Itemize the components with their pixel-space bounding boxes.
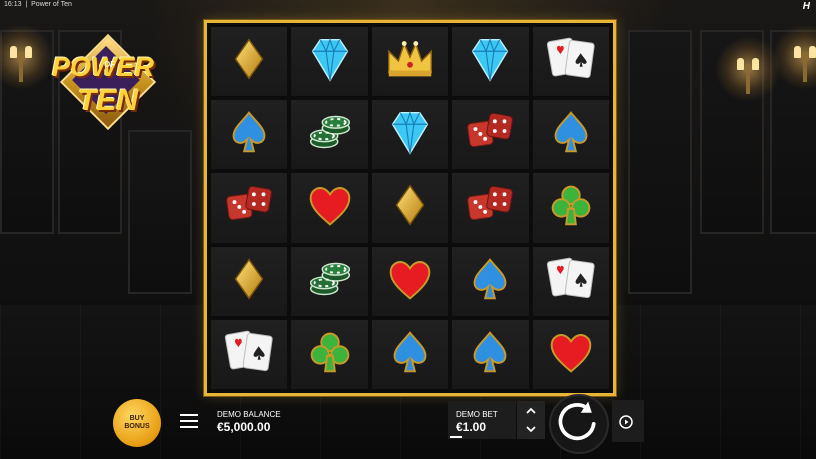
club-suit-icon <box>301 323 359 386</box>
wall-sconce-icon <box>715 36 781 102</box>
status-bar: 16:13 | Power of Ten <box>4 1 72 8</box>
reel-cell <box>291 246 368 316</box>
autoplay-button[interactable] <box>612 400 644 442</box>
buy-bonus-label: BUY BONUS <box>124 415 150 430</box>
club-suit-icon <box>542 176 600 239</box>
spade-suit-icon <box>381 323 439 386</box>
reel-cell <box>371 27 449 97</box>
chevron-down-icon[interactable] <box>525 423 537 435</box>
wall-panel <box>128 130 192 294</box>
playing-cards-icon <box>542 30 600 93</box>
reel-board <box>204 20 616 396</box>
reel-cell <box>371 246 449 316</box>
status-time: 16:13 <box>4 1 22 8</box>
reel-cell <box>452 319 529 389</box>
reel-cell <box>211 173 288 243</box>
reel-cell <box>291 173 368 243</box>
bet-label: DEMO BET <box>456 410 498 419</box>
reel-cell <box>371 173 449 243</box>
balance-value: €5,000.00 <box>217 420 271 434</box>
spade-suit-icon <box>220 103 278 166</box>
spin-arrow-icon <box>558 401 596 441</box>
blue-gem-icon <box>301 30 359 93</box>
reel-cell <box>211 100 288 170</box>
wall-panel <box>628 30 692 294</box>
menu-button[interactable] <box>180 414 198 428</box>
blue-gem-icon <box>461 30 519 93</box>
spin-button[interactable] <box>549 394 609 454</box>
diamond-suit-icon <box>220 250 278 313</box>
playing-cards-icon <box>220 323 278 386</box>
reel-cell <box>532 173 609 243</box>
logo-word-ten: TEN <box>78 84 138 117</box>
reel-cell <box>532 100 609 170</box>
reel-cell <box>291 27 368 97</box>
poker-chips-icon <box>301 103 359 166</box>
logo-word-of: OF <box>104 60 116 69</box>
crown-icon <box>381 30 439 93</box>
chevron-up-icon[interactable] <box>525 405 537 417</box>
playing-cards-icon <box>542 250 600 313</box>
heart-suit-icon <box>301 176 359 239</box>
heart-suit-icon <box>542 323 600 386</box>
spade-suit-icon <box>461 250 519 313</box>
autoplay-icon <box>619 415 633 429</box>
reel-cell <box>211 27 288 97</box>
wall-sconce-icon <box>772 24 816 90</box>
status-title: Power of Ten <box>31 1 72 8</box>
reel-cell <box>452 246 529 316</box>
spade-suit-icon <box>542 103 600 166</box>
reel-cell <box>532 27 609 97</box>
dice-icon <box>220 176 278 239</box>
reel-grid <box>211 27 609 389</box>
spade-suit-icon <box>461 323 519 386</box>
poker-chips-icon <box>301 250 359 313</box>
diamond-suit-icon <box>220 30 278 93</box>
dice-icon <box>461 176 519 239</box>
reel-cell <box>532 246 609 316</box>
reel-cell <box>371 100 449 170</box>
reel-cell <box>532 319 609 389</box>
reel-cell <box>291 100 368 170</box>
hamburger-icon <box>180 414 198 416</box>
diamond-suit-icon <box>381 176 439 239</box>
reel-cell <box>211 319 288 389</box>
buy-bonus-button[interactable]: BUY BONUS <box>113 399 161 447</box>
provider-logo: H <box>802 1 810 12</box>
dice-icon <box>461 103 519 166</box>
reel-cell <box>291 319 368 389</box>
game-logo: POWER OF TEN <box>30 33 195 131</box>
logo-word-power: POWER <box>52 52 155 82</box>
reel-cell <box>452 100 529 170</box>
heart-suit-icon <box>381 250 439 313</box>
reel-cell <box>371 319 449 389</box>
reel-cell <box>452 27 529 97</box>
blue-gem-icon <box>381 103 439 166</box>
reel-cell <box>211 246 288 316</box>
bet-stepper[interactable] <box>517 401 545 439</box>
reel-cell <box>452 173 529 243</box>
bet-value: €1.00 <box>456 420 487 434</box>
balance-label: DEMO BALANCE <box>217 410 281 419</box>
